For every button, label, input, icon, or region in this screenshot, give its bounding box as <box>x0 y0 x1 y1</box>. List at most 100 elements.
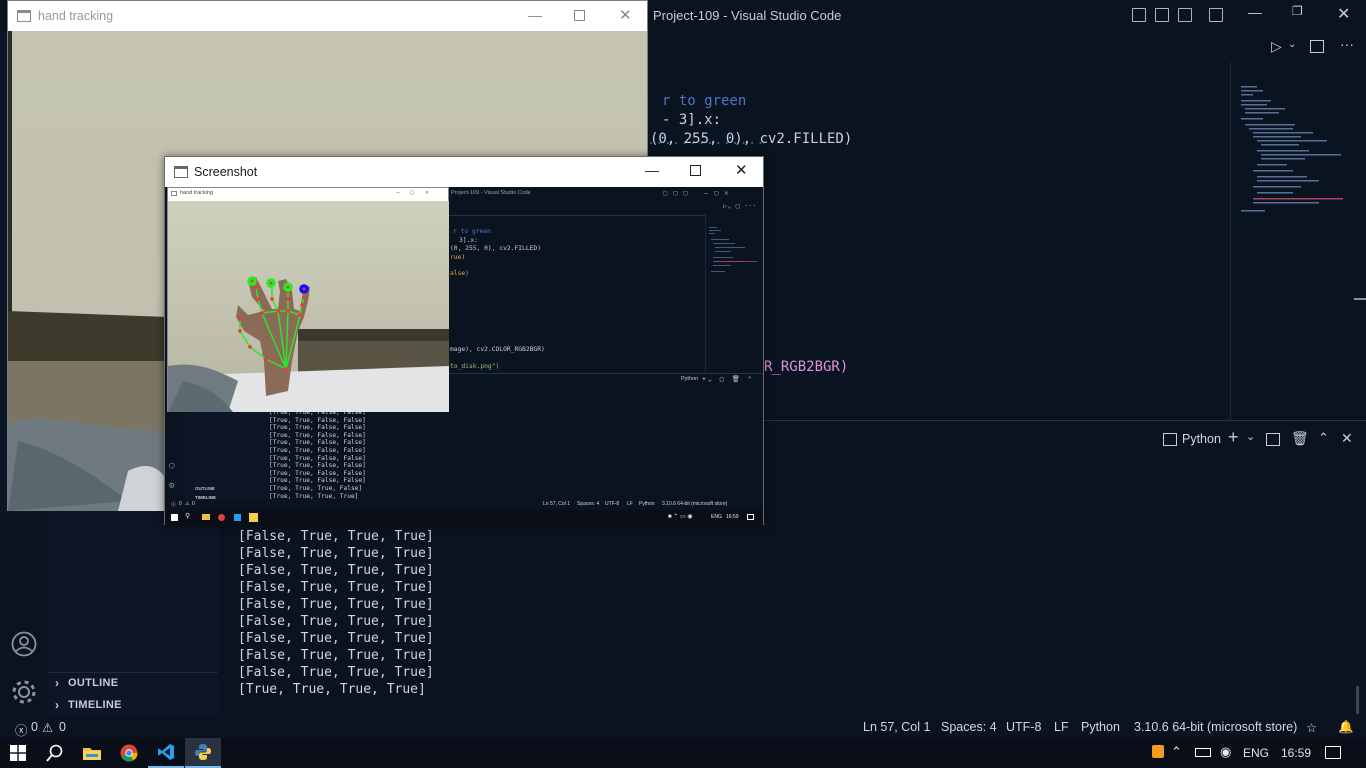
terminal-line: [False, True, True, True] <box>238 580 434 595</box>
maximize-panel-icon[interactable]: ⌃ <box>1318 430 1329 446</box>
screenshot-titlebar[interactable]: Screenshot — ✕ <box>165 157 763 187</box>
minimize-icon[interactable]: — <box>528 7 542 23</box>
inner-terminal-line: [True, True, False, False] <box>269 477 366 485</box>
language-mode[interactable]: Python <box>1081 720 1120 734</box>
inner-code-line: rue) <box>450 254 466 261</box>
minimap[interactable] <box>1230 62 1352 420</box>
accounts-icon[interactable] <box>11 631 37 657</box>
terminal-line: [True, True, True, True] <box>238 682 426 697</box>
inner-terminal-line: [True, True, False, False] <box>269 469 366 477</box>
show-hidden-icons[interactable]: ⌃ <box>1171 744 1182 760</box>
terminal-line: [False, True, True, True] <box>238 529 434 544</box>
inner-language: Python <box>639 501 655 507</box>
activity-bar <box>0 512 48 716</box>
start-button[interactable] <box>0 738 36 768</box>
warning-icon[interactable]: ⚠ <box>42 720 53 735</box>
editor-scrollbar[interactable] <box>1352 62 1366 420</box>
inner-hand-title: hand tracking <box>180 190 214 196</box>
chevron-right-icon: › <box>55 698 60 712</box>
restore-icon[interactable]: ❐ <box>1292 4 1303 18</box>
inner-warning-count: 0 <box>192 501 195 507</box>
wifi-icon[interactable]: ◉ <box>1220 744 1231 760</box>
taskbar-python[interactable] <box>185 738 221 768</box>
app-window-icon <box>174 166 188 178</box>
timeline-section[interactable]: TIMELINE <box>68 699 122 711</box>
inner-vscode-title: Project-109 - Visual Studio Code <box>451 190 531 196</box>
warning-count[interactable]: 0 <box>59 720 66 734</box>
terminal-line: [False, True, True, True] <box>238 563 434 578</box>
action-center-icon[interactable] <box>1325 746 1341 759</box>
minimize-icon[interactable]: — <box>645 162 659 178</box>
inner-terminal-line: [True, True, False, False] <box>269 431 366 439</box>
hand-tracking-titlebar[interactable]: hand tracking — ✕ <box>8 1 647 31</box>
inner-tray-icons: ■ ⌃ ▭ ◉ <box>668 514 693 520</box>
close-panel-icon[interactable]: ✕ <box>1341 430 1353 447</box>
inner-interpreter: 3.10.6 64-bit (microsoft store) <box>662 501 728 507</box>
cursor-position[interactable]: Ln 57, Col 1 <box>863 720 930 734</box>
terminal-scrollbar[interactable] <box>1356 686 1359 714</box>
error-icon[interactable]: ⓧ <box>15 720 28 739</box>
customize-layout-icon[interactable] <box>1209 8 1223 22</box>
gear-icon[interactable] <box>11 679 37 705</box>
hand-landmarks-frame <box>168 201 449 412</box>
trash-icon[interactable]: 🗑 <box>1291 430 1309 447</box>
run-icon[interactable]: ▷ <box>1271 38 1282 55</box>
toggle-panel-icon[interactable] <box>1155 8 1169 22</box>
maximize-icon[interactable] <box>574 10 585 21</box>
inner-terminal-line: [True, True, False, False] <box>269 439 366 447</box>
terminal-icon <box>1163 433 1177 446</box>
taskbar-chrome[interactable] <box>111 738 147 768</box>
chevron-down-icon[interactable]: ⌄ <box>1246 430 1255 443</box>
feedback-icon[interactable]: ☆ <box>1306 720 1317 735</box>
taskbar-file-explorer[interactable] <box>74 738 110 768</box>
window-title: Screenshot <box>194 165 258 179</box>
toggle-secondary-sidebar-icon[interactable] <box>1178 8 1192 22</box>
error-count[interactable]: 0 <box>31 720 38 734</box>
line-ending[interactable]: LF <box>1054 720 1069 734</box>
code-line: (0, 255, 0), cv2.FILLED) <box>650 131 853 147</box>
search-button[interactable] <box>37 738 73 768</box>
close-icon[interactable]: ✕ <box>619 6 632 24</box>
new-terminal-icon[interactable]: + <box>1228 427 1239 448</box>
minimize-icon[interactable]: — <box>1248 4 1262 20</box>
input-language[interactable]: ENG <box>1243 746 1269 760</box>
maximize-icon[interactable] <box>690 165 701 176</box>
inner-terminal-line: [True, True, False, False] <box>269 462 366 470</box>
close-icon[interactable]: ✕ <box>1337 4 1350 24</box>
indentation[interactable]: Spaces: 4 <box>941 720 997 734</box>
inner-start-icon <box>171 514 178 521</box>
code-line: - 3].x: <box>662 112 722 128</box>
encoding[interactable]: UTF-8 <box>1006 720 1041 734</box>
tray-app-icon[interactable] <box>1152 745 1164 758</box>
inner-time: 16:59 <box>726 514 739 520</box>
inner-code-line: (0, 255, 0), cv2.FILLED) <box>450 245 541 252</box>
terminal-line: [False, True, True, True] <box>238 631 434 646</box>
python-interpreter[interactable]: 3.10.6 64-bit (microsoft store) <box>1134 720 1297 734</box>
inner-accounts-icon: ◯ <box>169 461 175 471</box>
inner-code-line: to_disk.png") <box>450 363 500 370</box>
terminal-label[interactable]: Python <box>1182 432 1221 446</box>
terminal-line: [False, True, True, True] <box>238 546 434 561</box>
toggle-primary-sidebar-icon[interactable] <box>1132 8 1146 22</box>
inner-statusbar: ⓧ 0 ⚠ 0 Ln 57, Col 1 Spaces: 4 UTF-8 LF … <box>165 499 763 510</box>
chevron-right-icon: › <box>55 676 60 690</box>
inner-editor: r to green 3].x: (0, 255, 0), cv2.FILLED… <box>449 215 705 373</box>
inner-spaces: Spaces: 4 <box>577 501 600 507</box>
battery-icon[interactable] <box>1195 748 1211 757</box>
inner-hand-tracking-window: hand tracking —▢✕ <box>167 187 449 412</box>
notifications-icon[interactable]: 🔔 <box>1338 720 1354 735</box>
split-terminal-icon[interactable] <box>1266 433 1280 446</box>
clock[interactable]: 16:59 <box>1281 746 1311 760</box>
inner-terminal-line: [True, True, True, False] <box>269 484 363 492</box>
chevron-down-icon[interactable]: ⌄ <box>1288 39 1296 50</box>
inner-code-line: r to green <box>453 228 491 235</box>
split-editor-icon[interactable] <box>1310 40 1324 53</box>
taskbar-vscode[interactable] <box>148 738 184 768</box>
close-icon[interactable]: ✕ <box>735 161 748 179</box>
inner-window-controls: ▢▢▢ —▢✕ <box>663 189 735 197</box>
outline-section[interactable]: OUTLINE <box>68 677 118 689</box>
inner-search-icon: ⚲ <box>185 513 191 520</box>
scrollbar-thumb[interactable] <box>1354 298 1366 300</box>
inner-code-line: mage), cv2.COLOR_RGB2BGR) <box>450 346 545 353</box>
more-actions-icon[interactable]: ··· <box>1340 36 1354 52</box>
